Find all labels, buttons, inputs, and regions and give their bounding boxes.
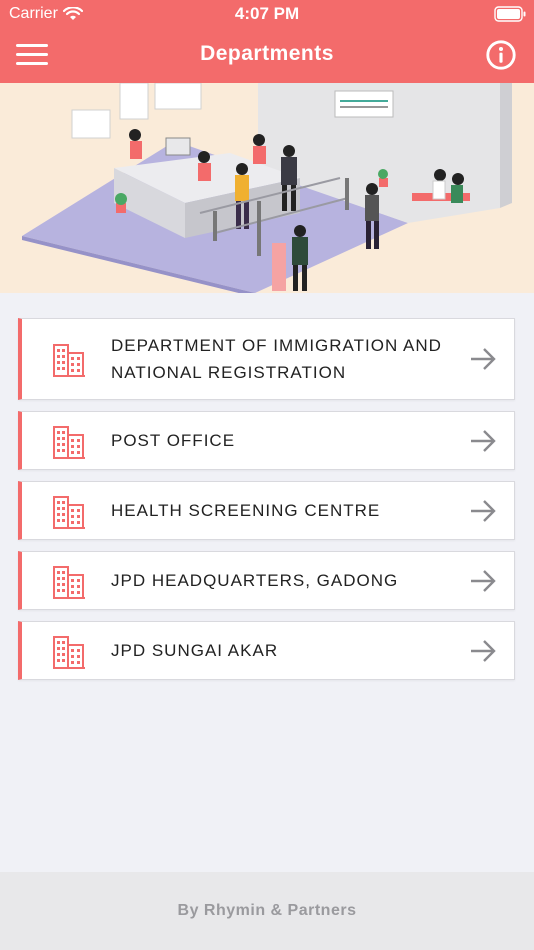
building-icon <box>53 635 85 669</box>
department-label: DEPARTMENT OF IMMIGRATION AND NATIONAL R… <box>111 336 442 382</box>
department-item-jpd-headquarters[interactable]: JPD HEADQUARTERS, GADONG <box>18 551 515 610</box>
office-queue-illustration <box>22 83 512 293</box>
battery-icon <box>494 6 526 22</box>
arrow-right-icon <box>471 639 496 662</box>
footer: By Rhymin & Partners <box>0 872 534 950</box>
building-icon <box>53 495 85 529</box>
departments-list: DEPARTMENT OF IMMIGRATION AND NATIONAL R… <box>18 318 515 691</box>
department-label: HEALTH SCREENING CENTRE <box>111 501 381 520</box>
department-label: JPD HEADQUARTERS, GADONG <box>111 571 399 590</box>
arrow-right-icon <box>471 499 496 522</box>
page-title: Departments <box>200 42 334 65</box>
department-item-health-screening[interactable]: HEALTH SCREENING CENTRE <box>18 481 515 540</box>
arrow-right-icon <box>471 569 496 592</box>
department-item-immigration[interactable]: DEPARTMENT OF IMMIGRATION AND NATIONAL R… <box>18 318 515 400</box>
footer-credit: By Rhymin & Partners <box>177 902 357 919</box>
hero-illustration <box>0 83 534 293</box>
info-icon[interactable] <box>486 40 516 70</box>
department-item-jpd-sungai-akar[interactable]: JPD SUNGAI AKAR <box>18 621 515 680</box>
department-label: POST OFFICE <box>111 431 236 450</box>
building-icon <box>53 344 85 377</box>
top-bar: Carrier 4:07 PM Departments <box>0 0 534 83</box>
navigation-bar: Departments <box>0 28 534 83</box>
department-item-post-office[interactable]: POST OFFICE <box>18 411 515 470</box>
arrow-right-icon <box>471 429 496 452</box>
status-bar: Carrier 4:07 PM <box>0 0 534 28</box>
arrow-right-icon <box>471 348 496 370</box>
department-label: JPD SUNGAI AKAR <box>111 641 279 660</box>
status-time: 4:07 PM <box>234 4 300 23</box>
building-icon <box>53 425 85 459</box>
building-icon <box>53 565 85 599</box>
